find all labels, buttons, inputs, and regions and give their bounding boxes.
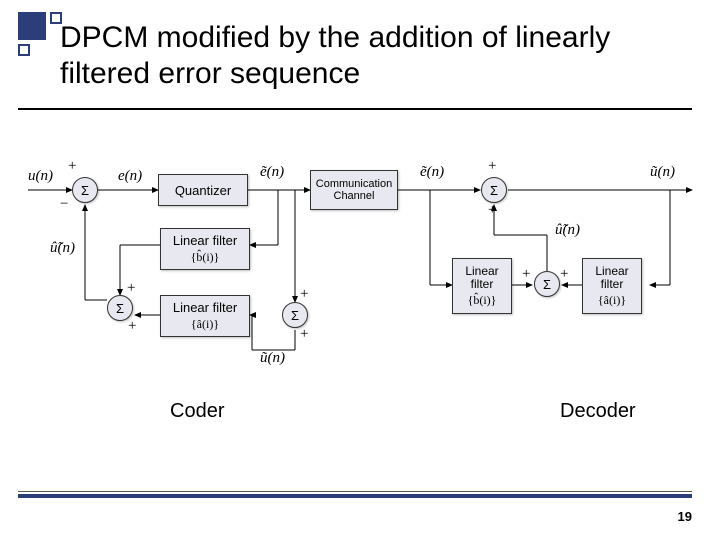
channel-label-1: Communication (316, 178, 392, 190)
plus-sign-icon: + (127, 280, 135, 297)
decoder-label: Decoder (560, 400, 636, 423)
coeff-a-label: {â(i)} (598, 294, 626, 307)
page-number: 19 (678, 509, 692, 524)
linear-filter-label-2: filter (471, 278, 494, 291)
signal-uhat-n-dec: û̃(n) (555, 222, 580, 239)
quantizer-block: Quantizer (158, 174, 248, 206)
signal-etilde-n-2: ẽ(n) (420, 164, 444, 181)
sum-node-coder-recon: Σ (282, 302, 308, 328)
signal-utilde-n-coder: ũ(n) (260, 350, 285, 367)
signal-etilde-n: ẽ(n) (260, 164, 284, 181)
plus-sign-icon: + (128, 318, 136, 335)
coeff-b-label: {b̂(i)} (191, 250, 220, 265)
linear-filter-label-2: filter (601, 278, 624, 291)
plus-sign-icon: + (68, 158, 76, 175)
quantizer-label: Quantizer (175, 183, 231, 198)
plus-sign-icon: + (300, 326, 308, 343)
title-underline (18, 108, 692, 110)
linear-filter-label: Linear filter (173, 233, 237, 248)
sum-node-decoder-output: Σ (481, 177, 507, 203)
coeff-a-label: {â(i)} (191, 317, 219, 332)
linear-filter-label: Linear filter (173, 300, 237, 315)
footer-rule (18, 494, 692, 498)
plus-sign-icon: + (300, 286, 308, 303)
linear-filter-a-coder: Linear filter {â(i)} (160, 295, 250, 337)
page-title: DPCM modified by the addition of linearl… (60, 20, 680, 92)
signal-u-n: u(n) (28, 168, 53, 185)
channel-label-2: Channel (334, 190, 375, 202)
signal-uhat-n: û̃(n) (50, 240, 75, 257)
signal-utilde-n: ũ(n) (650, 164, 675, 181)
plus-sign-icon: + (488, 202, 496, 219)
plus-sign-icon: + (560, 266, 568, 283)
coeff-b-label: {b̂(i)} (468, 294, 497, 307)
signal-e-n: e(n) (118, 168, 142, 185)
linear-filter-a-decoder: Linear filter {â(i)} (582, 258, 642, 314)
channel-block: Communication Channel (310, 170, 398, 210)
plus-sign-icon: + (522, 266, 530, 283)
sum-node-coder-input: Σ (72, 177, 98, 203)
coder-label: Coder (170, 400, 224, 423)
linear-filter-b-coder: Linear filter {b̂(i)} (160, 228, 250, 270)
sum-node-decoder-predictor: Σ (534, 271, 560, 297)
minus-sign-icon: − (60, 196, 68, 213)
plus-sign-icon: + (488, 158, 496, 175)
linear-filter-b-decoder: Linear filter {b̂(i)} (452, 258, 512, 314)
block-diagram: Σ + − Quantizer Communication Channel Li… (0, 140, 720, 470)
